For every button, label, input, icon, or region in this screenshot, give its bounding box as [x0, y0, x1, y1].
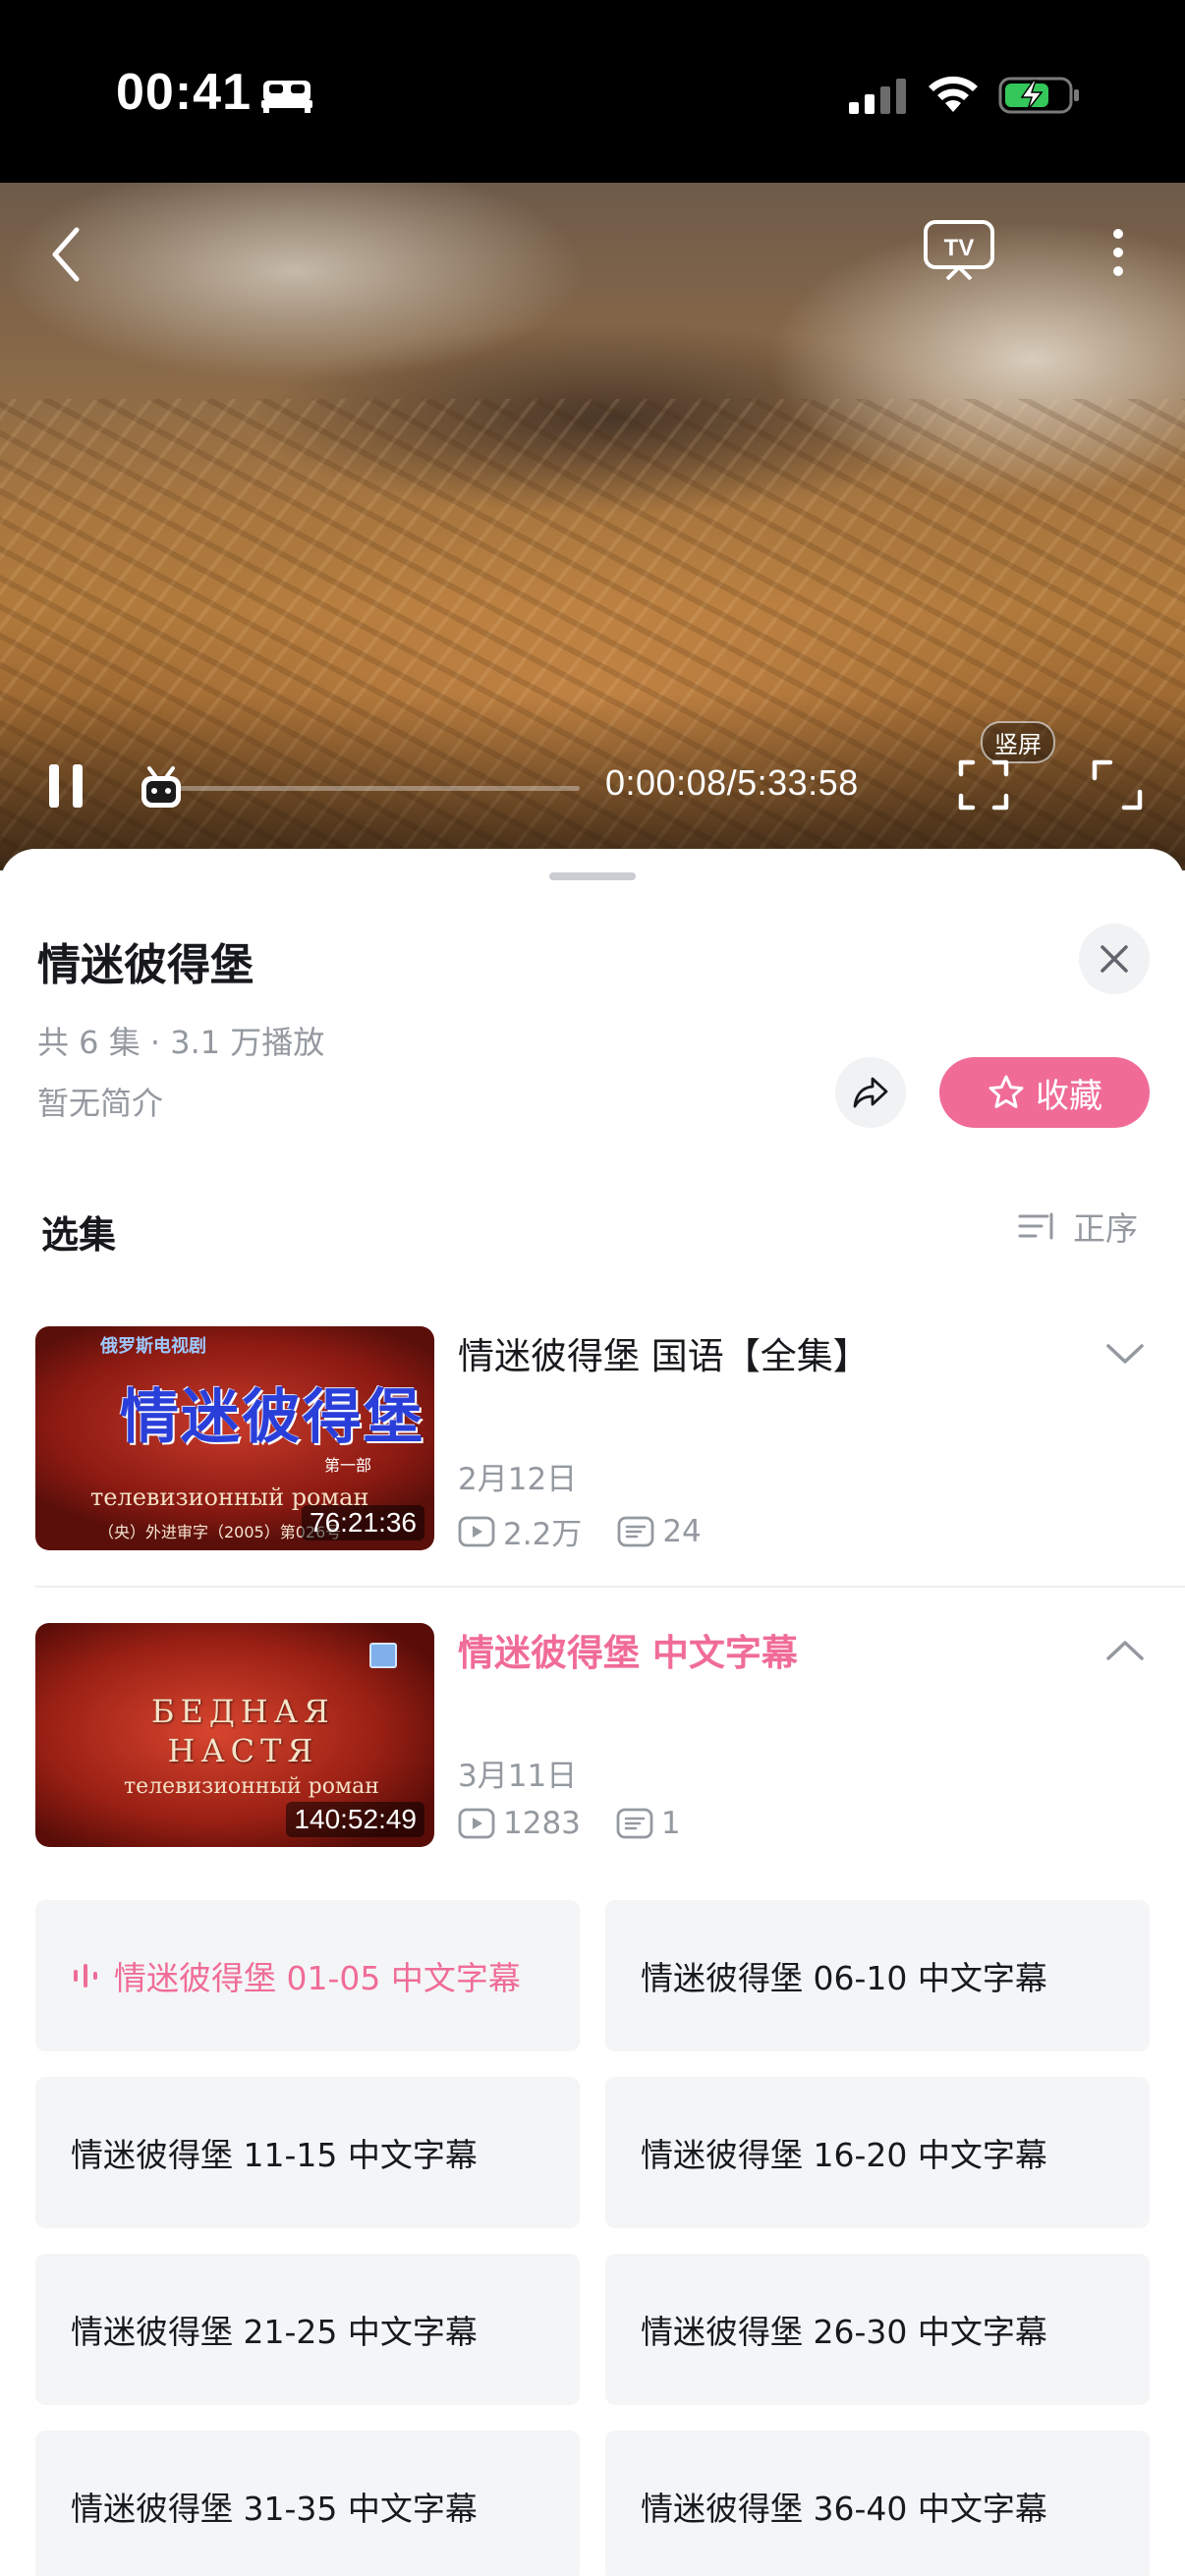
cellular-signal-icon	[849, 79, 906, 114]
thumb-russian-line-1: БЕДНАЯ	[151, 1693, 335, 1730]
sort-order-label: 正序	[1073, 1209, 1138, 1248]
part-label: 情迷彼得堡 26-30 中文字幕	[641, 2313, 1047, 2351]
sort-order-button[interactable]: 正序	[1018, 1203, 1138, 1250]
favorite-button[interactable]: 收藏	[939, 1057, 1150, 1128]
part-item[interactable]: 情迷彼得堡 26-30 中文字幕	[605, 2254, 1150, 2405]
status-time: 00:41	[116, 64, 252, 121]
episode-comments: 1	[660, 1806, 681, 1841]
play-count-icon	[458, 1516, 495, 1546]
thumb-title-text: 情迷彼得堡	[120, 1383, 424, 1452]
part-item[interactable]: 情迷彼得堡 31-35 中文字幕	[35, 2431, 580, 2576]
comment-count-icon	[617, 1516, 654, 1546]
progress-track[interactable]	[157, 786, 580, 791]
episode-title: 情迷彼得堡 国语【全集】	[458, 1335, 870, 1377]
episodes-heading: 选集	[41, 1213, 117, 1257]
thumb-top-text: 俄罗斯电视剧	[100, 1336, 206, 1357]
part-label: 情迷彼得堡 31-35 中文字幕	[71, 2490, 478, 2528]
sleep-mode-icon	[261, 81, 312, 113]
part-item-active[interactable]: 情迷彼得堡 01-05 中文字幕	[35, 1900, 580, 2051]
episode-views: 2.2万	[503, 1517, 583, 1552]
comment-count-icon	[616, 1808, 653, 1839]
part-item[interactable]: 情迷彼得堡 36-40 中文字幕	[605, 2431, 1150, 2576]
episode-comments: 24	[662, 1513, 702, 1549]
status-bar: 00:41	[0, 0, 1185, 183]
thumb-sub-text: 第一部	[324, 1456, 372, 1475]
part-label: 情迷彼得堡 16-20 中文字幕	[641, 2136, 1047, 2174]
vertical-mode-badge: 竖屏	[981, 721, 1055, 763]
episode-views: 1283	[503, 1806, 581, 1841]
mascot-thumb-icon[interactable]	[134, 760, 189, 812]
episode-duration: 140:52:49	[286, 1802, 424, 1837]
episode-date: 2月12日	[458, 1462, 578, 1497]
episode-thumbnail: БЕДНАЯ НАСТЯ телевизионный роман 140:52:…	[35, 1623, 434, 1847]
pause-icon[interactable]	[41, 756, 92, 815]
play-count-icon	[458, 1808, 495, 1839]
vertical-fullscreen-icon[interactable]	[957, 758, 1010, 812]
part-item[interactable]: 情迷彼得堡 06-10 中文字幕	[605, 1900, 1150, 2051]
thumb-russian-title: БЕДНАЯ НАСТЯ	[151, 1692, 335, 1770]
sort-icon	[1018, 1212, 1053, 1240]
video-title: 情迷彼得堡	[37, 940, 254, 990]
playback-time: 0:00:08/5:33:58	[605, 762, 859, 803]
part-label: 情迷彼得堡 06-10 中文字幕	[641, 1959, 1047, 1997]
share-icon	[853, 1077, 888, 1108]
playing-wave-icon	[74, 1964, 97, 1988]
wifi-icon	[929, 76, 978, 112]
part-label: 情迷彼得堡 21-25 中文字幕	[71, 2313, 478, 2351]
close-button[interactable]	[1079, 924, 1150, 994]
close-icon	[1100, 945, 1128, 973]
video-meta: 共 6 集 · 3.1 万播放	[37, 1024, 325, 1061]
part-item[interactable]: 情迷彼得堡 11-15 中文字幕	[35, 2077, 580, 2228]
episode-stats: 1283 1	[458, 1806, 716, 1841]
svg-text:TV: TV	[944, 235, 975, 261]
fullscreen-icon[interactable]	[1091, 758, 1144, 812]
episode-duration: 76:21:36	[302, 1505, 424, 1540]
part-item[interactable]: 情迷彼得堡 21-25 中文字幕	[35, 2254, 580, 2405]
episode-item[interactable]: 俄罗斯电视剧 情迷彼得堡 第一部 телевизионный роман （央）…	[35, 1326, 1150, 1553]
episode-stats: 2.2万 24	[458, 1509, 737, 1553]
part-label: 情迷彼得堡 01-05 中文字幕	[114, 1959, 521, 1997]
back-icon[interactable]	[43, 220, 90, 289]
episode-title: 情迷彼得堡 中文字幕	[458, 1632, 798, 1674]
star-icon	[988, 1075, 1024, 1108]
battery-charging-icon	[998, 77, 1079, 114]
episode-thumbnail: 俄罗斯电视剧 情迷彼得堡 第一部 телевизионный роман （央）…	[35, 1326, 434, 1550]
more-icon[interactable]	[1097, 218, 1140, 287]
chevron-up-icon[interactable]	[1104, 1637, 1146, 1664]
episode-date: 3月11日	[458, 1759, 578, 1794]
part-item[interactable]: 情迷彼得堡 16-20 中文字幕	[605, 2077, 1150, 2228]
detail-sheet: 情迷彼得堡 共 6 集 · 3.1 万播放 暂无简介 收藏 选集 正序 俄罗斯电…	[0, 849, 1185, 2576]
favorite-label: 收藏	[1036, 1076, 1102, 1116]
share-button[interactable]	[835, 1057, 906, 1128]
video-description: 暂无简介	[37, 1085, 164, 1122]
chevron-down-icon[interactable]	[1104, 1340, 1146, 1368]
episode-divider	[35, 1586, 1185, 1588]
cast-tv-icon[interactable]: TV	[922, 218, 996, 283]
part-label: 情迷彼得堡 36-40 中文字幕	[641, 2490, 1047, 2528]
video-player[interactable]: TV 0:00:08/5:33:58 竖屏	[0, 183, 1185, 870]
thumb-russian-line-2: НАСТЯ	[167, 1732, 319, 1769]
channel-logo-icon	[369, 1643, 397, 1668]
episode-item-active[interactable]: БЕДНАЯ НАСТЯ телевизионный роман 140:52:…	[35, 1623, 1150, 1847]
sheet-drag-handle[interactable]	[549, 872, 636, 880]
part-label: 情迷彼得堡 11-15 中文字幕	[71, 2136, 478, 2174]
thumb-russian-text: телевизионный роман	[124, 1774, 379, 1799]
